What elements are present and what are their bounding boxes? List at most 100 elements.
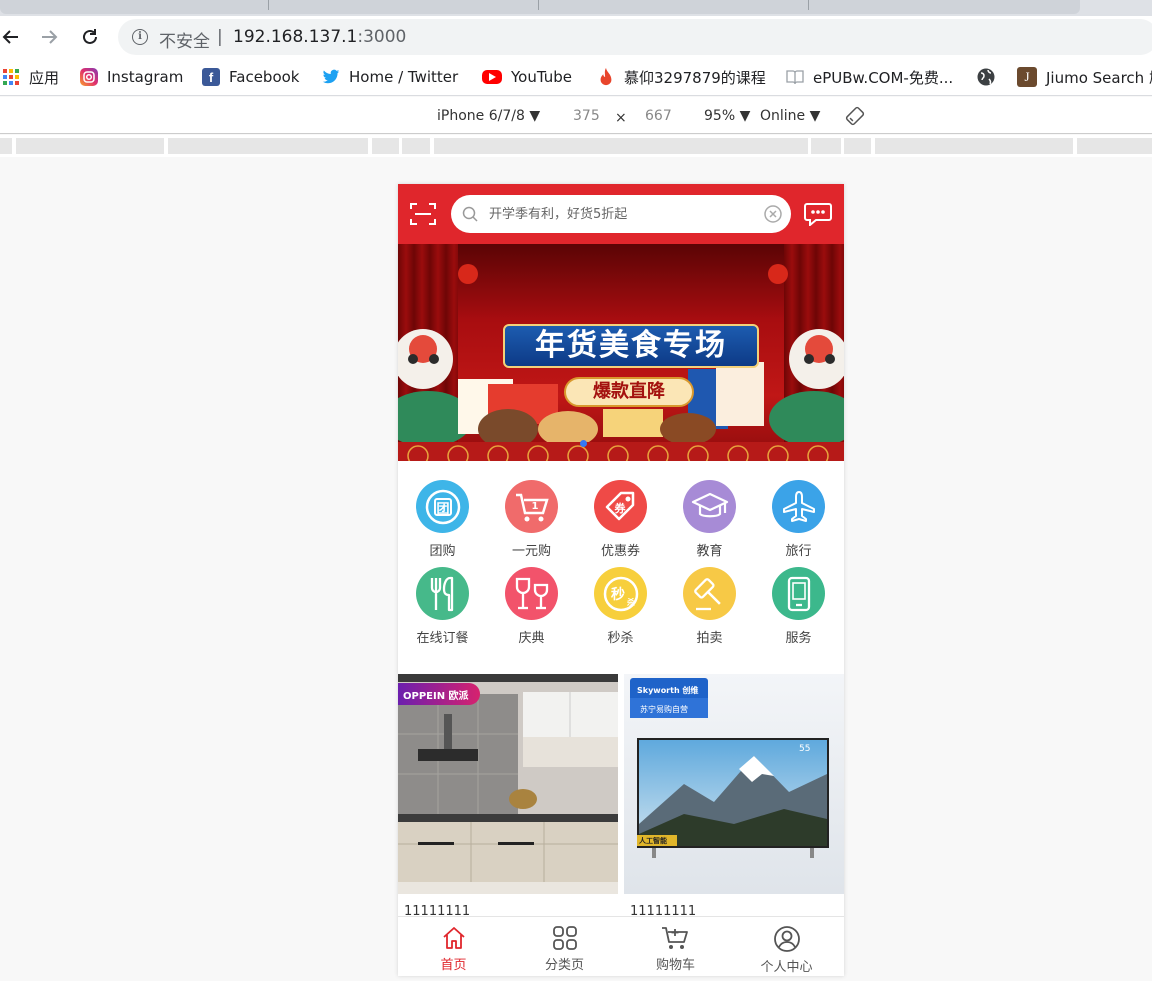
- forward-button[interactable]: [36, 24, 62, 50]
- ruler-segment[interactable]: [811, 138, 841, 154]
- back-button[interactable]: [0, 24, 24, 50]
- category-label: 庆典: [518, 631, 545, 646]
- bookmark-globe[interactable]: [977, 66, 1004, 88]
- graduation-cap-icon: [683, 480, 736, 533]
- category-celebration[interactable]: 庆典: [487, 567, 576, 653]
- media-query-bar[interactable]: [0, 135, 1152, 157]
- carousel-indicator[interactable]: [580, 440, 587, 447]
- zoom-select[interactable]: 95% ▼: [704, 108, 750, 124]
- svg-text:秒: 秒: [611, 586, 625, 603]
- network-select[interactable]: Online ▼: [760, 108, 820, 124]
- height-input[interactable]: 667: [645, 108, 672, 124]
- search-input[interactable]: [489, 204, 759, 224]
- tab-home[interactable]: 首页: [398, 917, 509, 976]
- tv-size: 55: [799, 744, 811, 754]
- cutlery-icon: [416, 567, 469, 620]
- book-icon: [786, 68, 804, 86]
- bookmark-instagram[interactable]: Instagram: [80, 66, 183, 88]
- svg-text:1: 1: [531, 501, 538, 512]
- coupon-icon: 券: [594, 480, 647, 533]
- store-badge: 苏宁易购自营: [640, 705, 688, 714]
- ruler-segment[interactable]: [16, 138, 164, 154]
- ruler-segment[interactable]: [0, 138, 12, 154]
- tab-separator: [268, 0, 269, 10]
- ruler-segment[interactable]: [844, 138, 871, 154]
- ruler-segment[interactable]: [875, 138, 1073, 154]
- width-input[interactable]: 375: [573, 108, 600, 124]
- search-icon: [462, 206, 478, 222]
- tab-label: 个人中心: [760, 960, 813, 975]
- category-label: 拍卖: [696, 631, 723, 646]
- product-image-kitchen: OPPEIN 欧派: [398, 674, 618, 894]
- airplane-icon: [772, 480, 825, 533]
- phone-service-icon: [772, 567, 825, 620]
- tab-label: 分类页: [544, 958, 584, 973]
- tab-separator: [808, 0, 809, 10]
- grid-icon: [552, 926, 577, 950]
- category-one-yuan[interactable]: 1 一元购: [487, 480, 576, 566]
- category-travel[interactable]: 旅行: [754, 480, 843, 566]
- category-label: 秒杀: [607, 631, 634, 646]
- flame-icon: [597, 68, 615, 86]
- url-text: 192.168.137.1:3000: [233, 27, 406, 47]
- bookmark-label: Facebook: [229, 68, 300, 86]
- bookmark-course[interactable]: 慕仰3297879的课程: [597, 66, 766, 88]
- bottom-tab-bar: 首页 分类页 购物车 个人中心: [398, 916, 844, 976]
- browser-tab[interactable]: [0, 0, 1080, 14]
- category-coupon[interactable]: 券 优惠券: [576, 480, 665, 566]
- app-header: [398, 184, 844, 244]
- category-group-buy[interactable]: 团 团购: [398, 480, 487, 566]
- bookmark-twitter[interactable]: Home / Twitter: [322, 66, 458, 88]
- message-icon[interactable]: [804, 202, 832, 226]
- ruler-segment[interactable]: [434, 138, 808, 154]
- phone-viewport: 年货美食专场 爆款直降 团 团购 1 一元购 券 优惠券: [398, 184, 844, 976]
- category-flash-sale[interactable]: 秒杀 秒杀: [576, 567, 665, 653]
- banner-subtitle: 爆款直降: [564, 377, 694, 407]
- ruler-segment[interactable]: [402, 138, 430, 154]
- address-bar[interactable]: i 不安全 | 192.168.137.1:3000: [118, 19, 1152, 55]
- reload-icon: [83, 29, 97, 44]
- category-education[interactable]: 教育: [665, 480, 754, 566]
- tab-separator: [538, 0, 539, 10]
- tab-label: 购物车: [655, 958, 695, 973]
- category-label: 在线订餐: [416, 631, 469, 646]
- browser-toolbar: i 不安全 | 192.168.137.1:3000: [0, 16, 1152, 58]
- category-label: 服务: [785, 631, 812, 646]
- bookmark-facebook[interactable]: f Facebook: [202, 66, 299, 88]
- bookmark-epubw[interactable]: ePUBw.COM-免费...: [786, 66, 953, 88]
- clear-icon[interactable]: [764, 205, 782, 223]
- tab-category[interactable]: 分类页: [509, 917, 620, 976]
- reload-button[interactable]: [77, 24, 103, 50]
- banner-title: 年货美食专场: [503, 324, 759, 368]
- info-icon[interactable]: i: [132, 29, 148, 45]
- ruler-segment[interactable]: [372, 138, 399, 154]
- category-grid: 团 团购 1 一元购 券 优惠券 教育 旅行 在线订餐 庆典 秒 杀 秒杀 拍卖…: [398, 468, 844, 652]
- ruler-segment[interactable]: [1077, 138, 1152, 154]
- promo-banner[interactable]: 年货美食专场 爆款直降: [398, 244, 844, 461]
- bookmark-label: 应用: [29, 68, 60, 87]
- tab-profile[interactable]: 个人中心: [731, 917, 842, 976]
- category-auction[interactable]: 拍卖: [665, 567, 754, 653]
- category-service[interactable]: 服务: [754, 567, 843, 653]
- bookmark-jiumo[interactable]: J Jiumo Search 鸠: [1017, 66, 1152, 88]
- auction-hammer-icon: [683, 567, 736, 620]
- youtube-icon: [482, 70, 502, 84]
- bookmark-apps[interactable]: 应用: [2, 66, 59, 88]
- apps-grid-icon: [2, 68, 20, 86]
- category-food-order[interactable]: 在线订餐: [398, 567, 487, 653]
- tv-tag: 人工智能: [639, 837, 667, 845]
- search-bar[interactable]: [451, 195, 791, 233]
- product-image-tv: Skyworth 创维 苏宁易购自营 55 人工智能: [624, 674, 844, 894]
- back-arrow-icon: [2, 30, 18, 44]
- ruler-segment[interactable]: [168, 138, 368, 154]
- brand-badge: OPPEIN 欧派: [403, 691, 469, 702]
- url-host: 192.168.137.1: [233, 27, 358, 47]
- tab-label: 首页: [440, 958, 467, 973]
- url-port: :3000: [357, 27, 407, 47]
- scan-icon[interactable]: [410, 202, 436, 226]
- bookmark-youtube[interactable]: YouTube: [482, 66, 572, 88]
- device-select[interactable]: iPhone 6/7/8 ▼: [437, 108, 540, 124]
- tab-cart[interactable]: 购物车: [620, 917, 731, 976]
- rotate-button[interactable]: [845, 106, 865, 130]
- user-icon: [773, 926, 800, 952]
